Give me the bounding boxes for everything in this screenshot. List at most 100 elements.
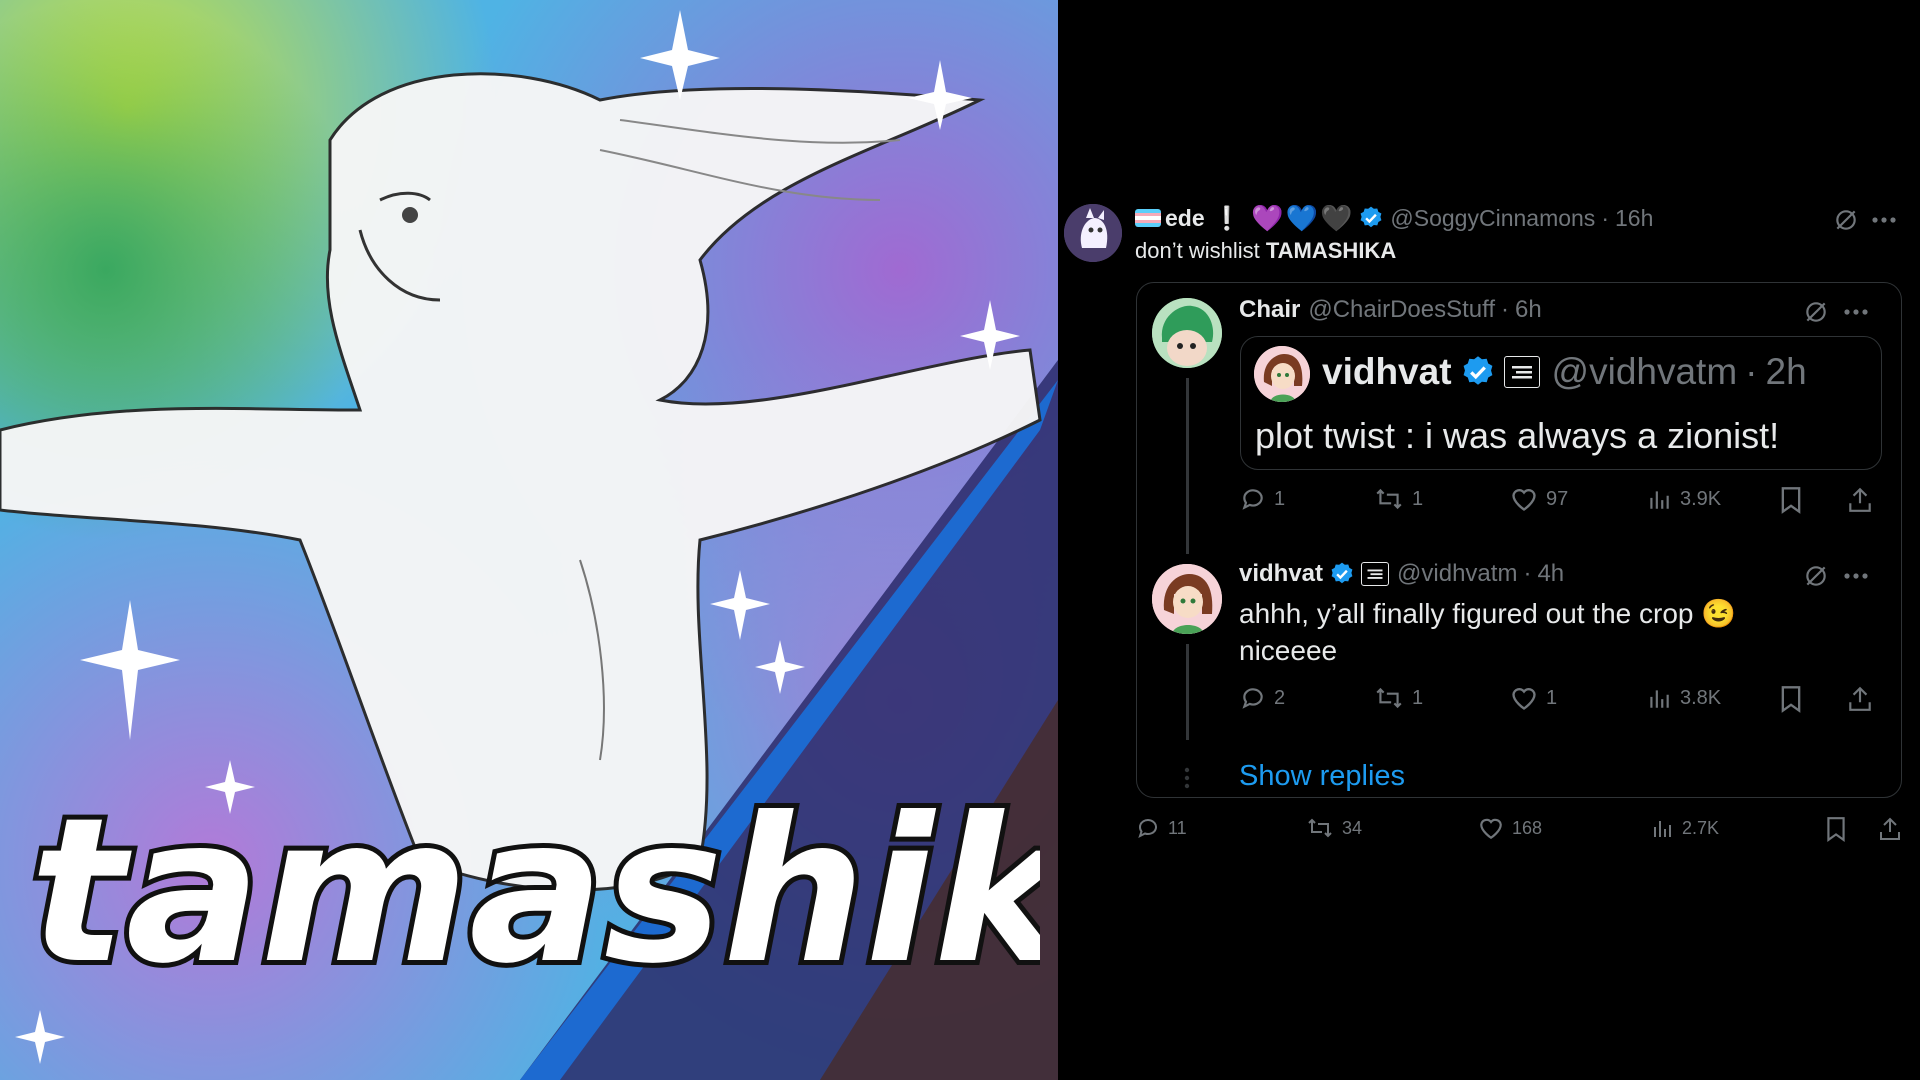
share-button[interactable] [1878,816,1902,842]
views-icon [1654,821,1671,837]
inner-quote-time[interactable]: 2h [1766,351,1807,393]
quoted-tweet-display-name[interactable]: Chair [1239,296,1300,324]
views-icon [1650,690,1669,708]
grok-icon[interactable] [1830,204,1862,236]
quoted-tweet-time[interactable]: 6h [1515,296,1542,324]
verified-icon [1331,562,1353,584]
reply-count: 2 [1274,686,1286,709]
main-tweet-text-bold: TAMASHIKA [1265,238,1397,263]
artwork-title: tamashika [25,770,1040,1010]
repost-icon [1376,687,1402,709]
blue-heart-icon: 💙 [1285,202,1319,233]
reply-tweet-handle[interactable]: @vidhvatm [1397,560,1517,588]
views-button[interactable]: 3.9K [1646,486,1721,512]
repost-icon [1308,818,1332,838]
name-suffix-icon: ❕ [1212,204,1242,231]
bookmark-button[interactable] [1779,486,1803,514]
share-icon [1849,686,1871,711]
main-tweet-display-name[interactable]: ede [1165,205,1205,232]
reply-button[interactable]: 1 [1240,486,1285,512]
like-button[interactable]: 168 [1478,816,1542,840]
repost-count: 1 [1412,487,1424,510]
bookmark-icon [1781,487,1801,514]
views-button[interactable]: 2.7K [1650,816,1719,840]
main-tweet-time[interactable]: 16h [1615,205,1653,232]
avatar[interactable] [1064,204,1122,262]
reply-button[interactable]: 11 [1136,816,1187,840]
like-icon [1480,818,1502,840]
repost-button[interactable]: 1 [1374,486,1423,512]
repost-icon [1376,488,1402,510]
reply-count: 11 [1168,817,1187,838]
reply-tweet-time[interactable]: 4h [1537,560,1564,588]
main-tweet-text: don’t wishlist TAMASHIKA [1135,236,1396,266]
separator: · [1601,204,1609,231]
more-icon[interactable] [1838,296,1874,328]
purple-heart-icon: 💜 [1251,202,1284,233]
views-count: 2.7K [1682,817,1720,838]
like-count: 1 [1546,686,1558,709]
grok-icon[interactable] [1800,296,1832,328]
separator: · [1501,296,1510,323]
verified-icon [1361,206,1382,228]
reply-icon [1242,489,1263,510]
reply-tweet-display-name[interactable]: vidhvat [1239,560,1323,588]
inner-quote-header: vidhvat @vidhvatm · 2h [1322,350,1807,394]
separator: · [1745,351,1758,392]
inner-quote-display-name[interactable]: vidhvat [1322,351,1452,393]
bookmark-icon [1781,686,1801,713]
like-count: 97 [1546,487,1569,510]
share-button[interactable] [1847,486,1873,514]
repost-button[interactable]: 1 [1374,685,1423,711]
main-tweet-header: ede ❕ 💜 💙 🖤 @SoggyCinnamons · 16h [1135,202,1653,234]
reply-button[interactable]: 2 [1240,685,1285,711]
inner-quote-text: plot twist : i was always a zionist! [1255,415,1780,456]
inner-quote-handle[interactable]: @vidhvatm [1552,351,1738,393]
bookmark-button[interactable] [1825,816,1847,842]
affiliate-badge-icon [1361,562,1390,586]
like-icon [1512,489,1536,511]
avatar[interactable] [1152,564,1222,634]
like-button[interactable]: 1 [1510,685,1557,711]
like-count: 168 [1512,817,1543,838]
share-icon [1880,817,1900,840]
reply-tweet-header: vidhvat @vidhvatm · 4h [1239,558,1564,590]
views-count: 3.9K [1680,487,1722,510]
like-button[interactable]: 97 [1510,486,1568,512]
reply-tweet-text-line2: niceeee [1239,635,1338,666]
avatar[interactable] [1254,346,1310,402]
like-icon [1512,688,1536,710]
black-heart-icon: 🖤 [1320,202,1353,233]
show-replies-link[interactable]: Show replies [1239,760,1405,793]
share-button[interactable] [1847,685,1873,713]
avatar[interactable] [1152,298,1222,368]
views-count: 3.8K [1680,686,1722,709]
main-tweet-text-prefix: don’t wishlist [1135,238,1266,263]
thread-line [1186,378,1189,554]
svg-text:tamashika: tamashika [30,775,1040,1008]
thread-line [1186,644,1189,740]
quoted-tweet-header: Chair @ChairDoesStuff · 6h [1239,294,1542,326]
bookmark-button[interactable] [1779,685,1803,713]
more-icon[interactable] [1838,560,1874,592]
repost-button[interactable]: 34 [1306,816,1362,840]
repost-count: 34 [1342,817,1363,838]
reply-tweet-text-line1: ahhh, y’all finally figured out the crop… [1239,597,1737,629]
separator: · [1523,560,1532,587]
grok-icon[interactable] [1800,560,1832,592]
views-icon [1650,491,1669,509]
more-icon[interactable] [1866,204,1902,236]
reply-icon [1138,819,1157,838]
flag-icon [1135,209,1161,227]
artwork-image: tamashika [0,0,1058,1080]
reply-icon [1242,688,1263,709]
verified-icon [1463,356,1492,385]
views-button[interactable]: 3.8K [1646,685,1721,711]
affiliate-badge-icon [1503,356,1540,388]
thread-dots-icon [1182,766,1192,790]
quoted-tweet-handle[interactable]: @ChairDoesStuff [1308,296,1495,324]
repost-count: 1 [1412,686,1424,709]
bookmark-icon [1827,817,1845,842]
main-tweet-handle[interactable]: @SoggyCinnamons [1390,205,1595,232]
share-icon [1849,487,1871,512]
